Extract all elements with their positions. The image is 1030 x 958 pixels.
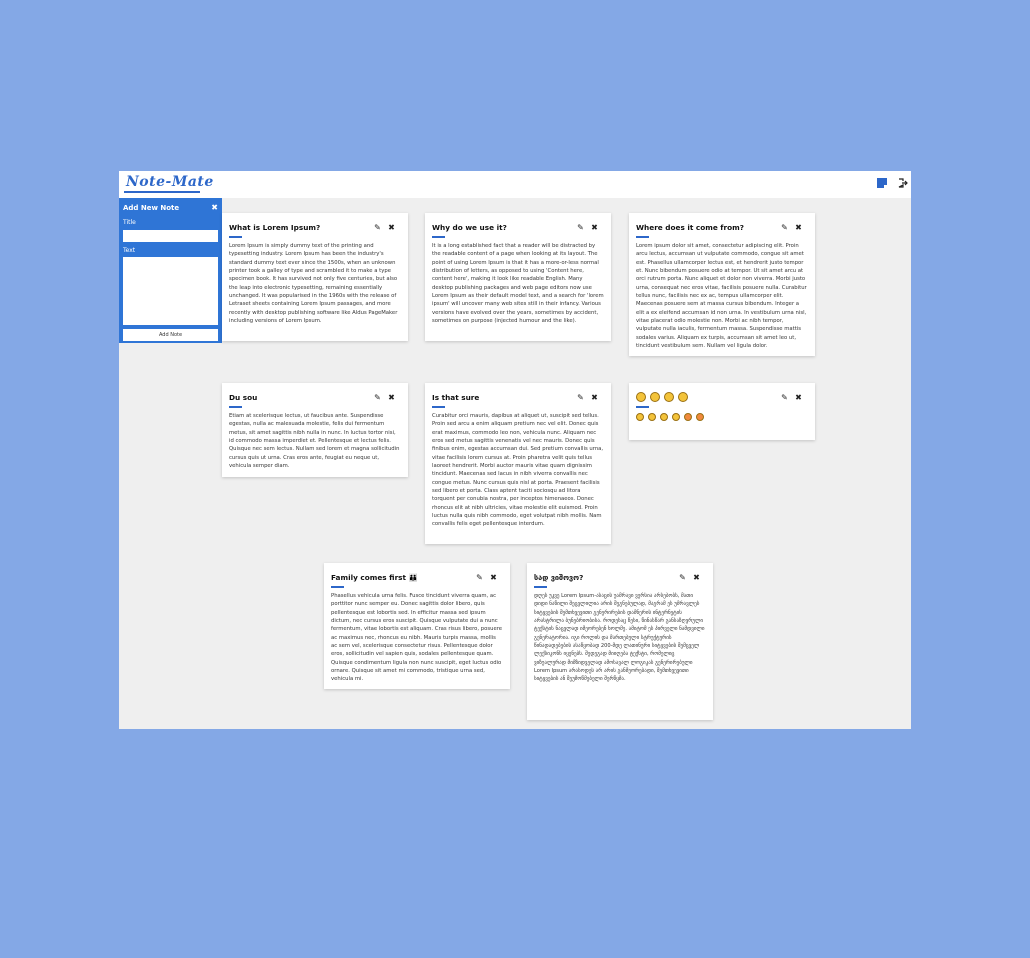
title-underline [432,406,445,408]
note-card: Is that sure ✎ ✖ Curabitur orci mauris, … [425,383,611,544]
title-underline [331,586,344,588]
title-underline [636,406,649,408]
emoji-title-row [636,392,688,402]
edit-icon[interactable]: ✎ [780,223,789,232]
close-panel-icon[interactable]: ✖ [211,203,218,212]
note-body: Phasellus vehicula urna felis. Fusce tin… [331,593,503,683]
note-title: Why do we use it? [432,223,507,232]
title-underline [229,406,242,408]
blush-emoji-icon [648,413,656,421]
note-title: სად ვიშოვო? [534,573,584,582]
note-card: Du sou ✎ ✖ Etiam at scelerisque lectus, … [222,383,408,477]
delete-icon[interactable]: ✖ [590,393,599,402]
angry-emoji-icon [684,413,692,421]
edit-icon[interactable]: ✎ [576,393,585,402]
note-body: Curabitur orci mauris, dapibus at alique… [432,413,604,528]
delete-icon[interactable]: ✖ [590,223,599,232]
edit-icon[interactable]: ✎ [576,223,585,232]
note-title: Family comes first 👪 [331,573,418,582]
delete-icon[interactable]: ✖ [387,223,396,232]
edit-icon[interactable]: ✎ [373,223,382,232]
edit-icon[interactable]: ✎ [780,393,789,402]
edit-icon[interactable]: ✎ [373,393,382,402]
note-body: Lorem Ipsum is simply dummy text of the … [229,243,398,325]
note-card: Why do we use it? ✎ ✖ It is a long estab… [425,213,611,341]
delete-icon[interactable]: ✖ [489,573,498,582]
logo-underline [124,191,200,193]
note-body: It is a long established fact that a rea… [432,243,604,325]
title-underline [432,236,445,238]
laugh-emoji-icon [650,392,660,402]
yum-emoji-icon [660,413,668,421]
title-underline [229,236,242,238]
title-label: Title [123,219,136,226]
add-note-button[interactable]: Add Note [123,329,218,341]
note-card: სად ვიშოვო? ✎ ✖ დღეს უკვე Lorem Ipsum-ას… [527,563,713,720]
delete-icon[interactable]: ✖ [692,573,701,582]
note-card: 😃 😂 😣 😆 ✎ ✖ 😄 😊 😋 😋 😡 😡 [629,383,815,440]
title-underline [534,586,547,588]
note-card: What is Lorem Ipsum? ✎ ✖ Lorem Ipsum is … [222,213,408,341]
add-note-panel: Add New Note ✖ Title Text Add Note [119,198,222,343]
note-body: Lorem ipsum dolor sit amet, consectetur … [636,243,807,350]
note-card: Where does it come from? ✎ ✖ Lorem ipsum… [629,213,815,356]
logout-icon[interactable] [898,178,908,188]
edit-icon[interactable]: ✎ [475,573,484,582]
persevere-emoji-icon [664,392,674,402]
note-body: Etiam at scelerisque lectus, ut faucibus… [229,413,400,470]
grin-emoji-icon [678,392,688,402]
text-label: Text [123,247,136,254]
smile-emoji-icon [636,413,644,421]
note-card: Family comes first 👪 ✎ ✖ Phasellus vehic… [324,563,510,689]
delete-icon[interactable]: ✖ [794,393,803,402]
note-title: Is that sure [432,393,480,402]
edit-icon[interactable]: ✎ [678,573,687,582]
angry-emoji-icon [696,413,704,421]
delete-icon[interactable]: ✖ [794,223,803,232]
emoji-body-row [636,413,704,421]
smile-emoji-icon [636,392,646,402]
yum-emoji-icon [672,413,680,421]
note-title: What is Lorem Ipsum? [229,223,321,232]
top-bar: Note-Mate [119,171,911,198]
note-body: დღეს უკვე Lorem Ipsum-ასაცის უამრავი ვერ… [534,593,705,683]
app-window: Note-Mate Add New Note ✖ Title Text Add … [119,171,911,729]
title-input[interactable] [123,230,218,242]
delete-icon[interactable]: ✖ [387,393,396,402]
text-input[interactable] [123,257,218,325]
panel-title: Add New Note [123,204,180,212]
note-title: Du sou [229,393,258,402]
app-logo[interactable]: Note-Mate [126,174,214,190]
note-title: Where does it come from? [636,223,744,232]
title-underline [636,236,649,238]
new-note-icon[interactable] [877,178,887,188]
